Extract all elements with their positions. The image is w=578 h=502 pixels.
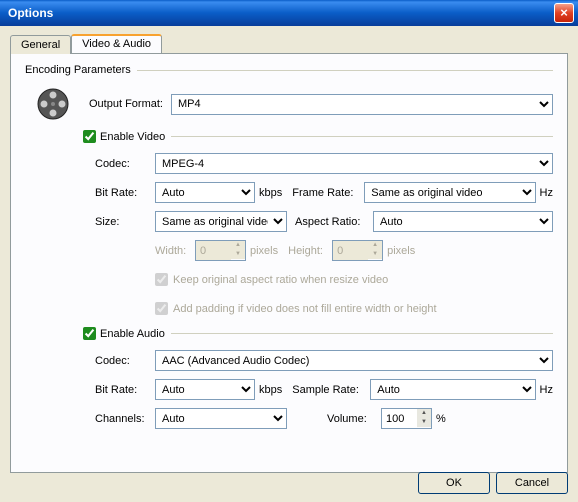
volume-spinner[interactable]: ▲▼ [381, 408, 432, 429]
aspect-label: Aspect Ratio: [295, 216, 373, 228]
ok-button[interactable]: OK [418, 472, 490, 494]
tab-video-audio[interactable]: Video & Audio [71, 34, 162, 53]
chevron-up-icon: ▲ [231, 241, 245, 250]
tab-general[interactable]: General [10, 35, 71, 54]
video-codec-label: Codec: [95, 158, 155, 170]
close-icon[interactable]: × [554, 3, 574, 23]
audio-codec-label: Codec: [95, 355, 155, 367]
film-reel-icon [35, 86, 71, 122]
kbps-unit: kbps [259, 187, 282, 199]
size-label: Size: [95, 216, 155, 228]
framerate-select[interactable]: Same as original video [364, 182, 535, 203]
chevron-up-icon: ▲ [368, 241, 382, 250]
output-format-label: Output Format: [89, 98, 163, 110]
enable-audio-checkbox[interactable]: Enable Audio [83, 327, 165, 340]
chevron-down-icon: ▼ [231, 250, 245, 259]
aspect-select[interactable]: Auto [373, 211, 553, 232]
window-title: Options [4, 6, 554, 20]
hz-unit2: Hz [540, 384, 553, 396]
height-label: Height: [288, 245, 332, 257]
size-select[interactable]: Same as original video [155, 211, 287, 232]
volume-label: Volume: [327, 413, 381, 425]
hz-unit: Hz [540, 187, 553, 199]
framerate-label: Frame Rate: [292, 187, 364, 199]
video-codec-select[interactable]: MPEG-4 [155, 153, 553, 174]
width-label: Width: [155, 245, 195, 257]
cancel-button[interactable]: Cancel [496, 472, 568, 494]
video-bitrate-label: Bit Rate: [95, 187, 155, 199]
enable-video-checkbox[interactable]: Enable Video [83, 130, 165, 143]
chevron-up-icon[interactable]: ▲ [417, 409, 431, 418]
encoding-legend: Encoding Parameters [25, 64, 131, 76]
width-spinner: ▲▼ [195, 240, 246, 261]
samplerate-select[interactable]: Auto [370, 379, 535, 400]
output-format-select[interactable]: MP4 [171, 94, 553, 115]
audio-codec-select[interactable]: AAC (Advanced Audio Codec) [155, 350, 553, 371]
channels-select[interactable]: Auto [155, 408, 287, 429]
samplerate-label: Sample Rate: [292, 384, 370, 396]
titlebar: Options × [0, 0, 578, 26]
audio-bitrate-label: Bit Rate: [95, 384, 155, 396]
tab-panel: Encoding Parameters Output Format: MP4 E… [10, 53, 568, 473]
video-bitrate-select[interactable]: Auto [155, 182, 255, 203]
add-padding-checkbox: Add padding if video does not fill entir… [155, 302, 437, 315]
channels-label: Channels: [95, 413, 155, 425]
audio-bitrate-select[interactable]: Auto [155, 379, 255, 400]
chevron-down-icon[interactable]: ▼ [417, 418, 431, 427]
kbps-unit2: kbps [259, 384, 282, 396]
keep-aspect-checkbox: Keep original aspect ratio when resize v… [155, 273, 388, 286]
chevron-down-icon: ▼ [368, 250, 382, 259]
height-spinner: ▲▼ [332, 240, 383, 261]
